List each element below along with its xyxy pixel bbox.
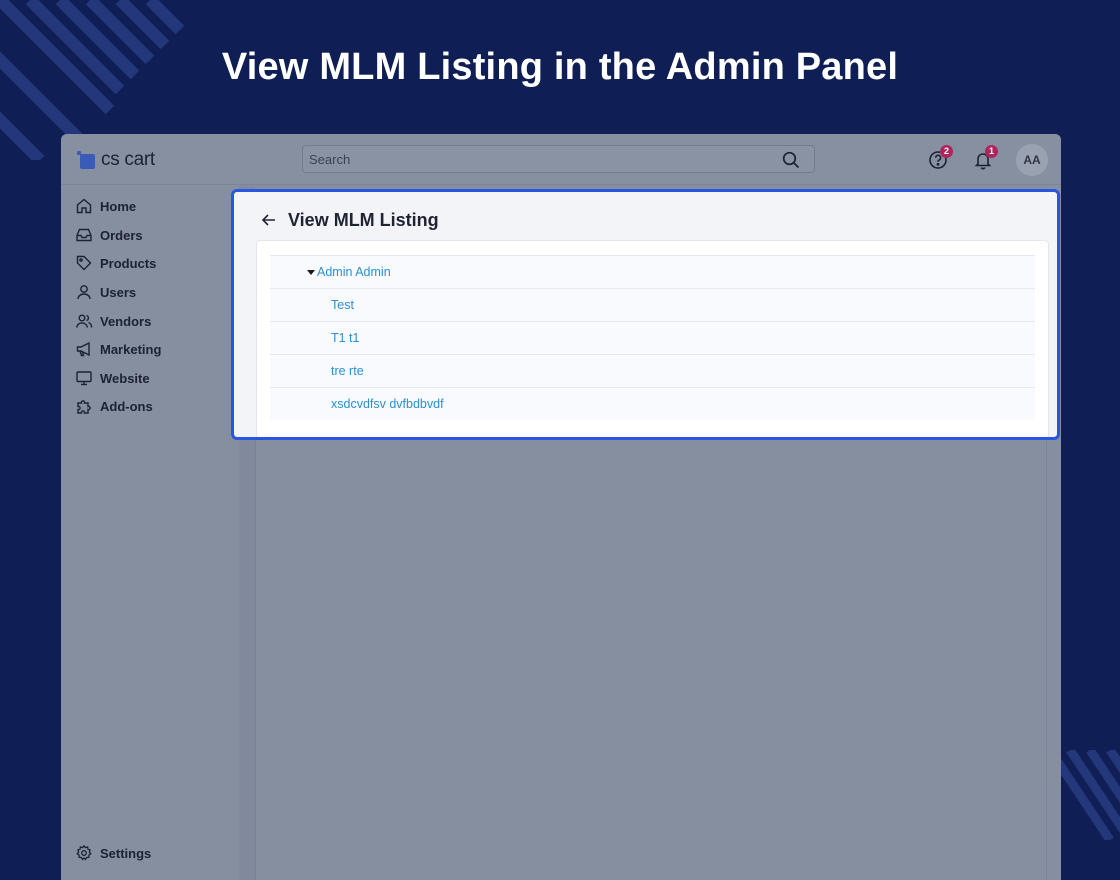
- sidebar-item-label: Products: [100, 255, 157, 271]
- sidebar-item-orders[interactable]: Orders: [75, 224, 143, 246]
- tree-link-child[interactable]: tre rte: [331, 364, 364, 378]
- tree-row: xsdcvdfsv dvfbdbvdf: [270, 387, 1035, 420]
- sidebar-item-label: Website: [100, 370, 150, 386]
- home-icon: [75, 197, 93, 215]
- sidebar: Home Orders Products Users Vendors Marke…: [61, 186, 239, 880]
- puzzle-icon: [75, 397, 93, 415]
- help-badge: 2: [940, 145, 953, 158]
- monitor-icon: [75, 369, 93, 387]
- users-icon: [75, 312, 93, 330]
- mlm-listing-card: View MLM Listing Admin Admin Test T1 t1 …: [231, 189, 1060, 440]
- sidebar-item-products[interactable]: Products: [75, 252, 156, 274]
- cs-cart-logo[interactable]: cs cart: [77, 148, 155, 172]
- mlm-tree-container: Admin Admin Test T1 t1 tre rte xsdcvdfsv…: [256, 240, 1049, 437]
- page-headline: View MLM Listing in the Admin Panel: [221, 46, 899, 88]
- inbox-icon: [75, 226, 93, 244]
- caret-down-icon[interactable]: [307, 269, 315, 275]
- sidebar-item-vendors[interactable]: Vendors: [75, 310, 151, 332]
- card-header: View MLM Listing: [260, 207, 439, 233]
- sidebar-item-users[interactable]: Users: [75, 281, 136, 303]
- logo-text: cs cart: [101, 149, 155, 170]
- sidebar-item-settings[interactable]: Settings: [75, 842, 151, 864]
- sidebar-item-marketing[interactable]: Marketing: [75, 338, 161, 360]
- search-icon[interactable]: [782, 151, 800, 174]
- avatar[interactable]: AA: [1016, 144, 1048, 176]
- logo-mark-icon: [77, 151, 95, 169]
- help-button[interactable]: 2: [926, 145, 953, 172]
- megaphone-icon: [75, 340, 93, 358]
- sidebar-item-label: Orders: [100, 227, 143, 243]
- help-circle-icon: [926, 151, 950, 176]
- notifications-button[interactable]: 1: [971, 145, 998, 172]
- tree-link-child[interactable]: Test: [331, 298, 354, 312]
- notifications-badge: 1: [985, 145, 998, 158]
- tree-row: T1 t1: [270, 321, 1035, 354]
- page-title: View MLM Listing: [288, 209, 439, 230]
- tree-row-root: Admin Admin: [270, 255, 1035, 288]
- search-input[interactable]: [303, 146, 773, 172]
- sidebar-item-label: Marketing: [100, 341, 162, 357]
- sidebar-item-label: Home: [100, 198, 137, 214]
- bell-icon: [971, 153, 995, 176]
- tree-row: Test: [270, 288, 1035, 321]
- tree-row: tre rte: [270, 354, 1035, 387]
- tree-link-child[interactable]: xsdcvdfsv dvfbdbvdf: [331, 397, 444, 411]
- user-icon: [75, 283, 93, 301]
- tree-link-child[interactable]: T1 t1: [331, 331, 360, 345]
- sidebar-item-label: Add-ons: [100, 398, 153, 414]
- sidebar-item-label: Vendors: [100, 313, 152, 329]
- sidebar-item-label: Settings: [100, 845, 152, 861]
- sidebar-item-website[interactable]: Website: [75, 367, 150, 389]
- mlm-tree: Admin Admin Test T1 t1 tre rte xsdcvdfsv…: [270, 255, 1035, 420]
- sidebar-item-home[interactable]: Home: [75, 195, 136, 217]
- gear-icon: [75, 844, 93, 862]
- tree-link-root[interactable]: Admin Admin: [317, 265, 391, 279]
- sidebar-item-add-ons[interactable]: Add-ons: [75, 395, 153, 417]
- search-box: [302, 145, 815, 173]
- top-bar: cs cart 2: [61, 134, 1061, 185]
- sidebar-item-label: Users: [100, 284, 137, 300]
- tag-icon: [75, 254, 93, 272]
- arrow-left-icon[interactable]: [260, 211, 278, 229]
